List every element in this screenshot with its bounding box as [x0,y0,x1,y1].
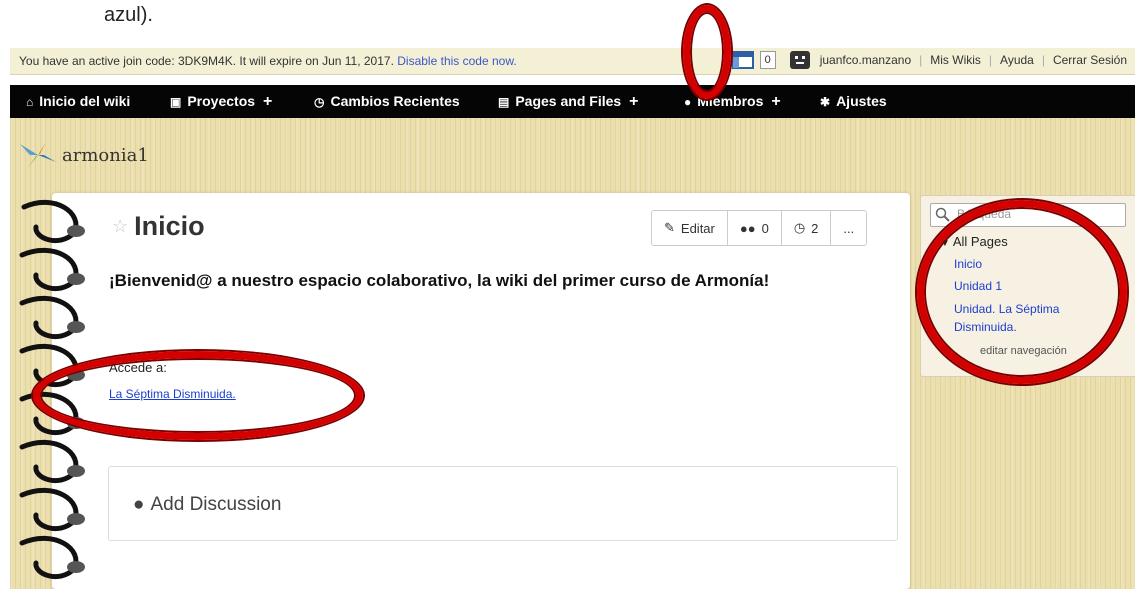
search-input[interactable]: Búsqueda [930,203,1126,227]
notification-count[interactable]: 0 [759,51,776,69]
separator: | [919,53,923,67]
page-title: Inicio [134,211,205,241]
more-button[interactable]: ... [831,211,866,245]
nav-home-label: Inicio del wiki [39,93,131,109]
add-discussion-label: Add Discussion [150,494,282,515]
nav-recent-label: Cambios Recientes [330,93,460,109]
join-code-bar: You have an active join code: 3DK9M4K. I… [10,48,1135,75]
layout-icon[interactable] [731,51,754,69]
discussion-icon: ● [133,494,145,515]
comments-count: 0 [761,220,769,236]
pinwheel-icon [20,142,56,168]
nav-settings-label: Ajustes [836,93,887,109]
spiral-binding-icon [19,199,85,580]
mis-wikis-link[interactable]: Mis Wikis [930,53,981,67]
sidebar-page-disminuida[interactable]: Disminuida. [954,320,1017,334]
caption-text: azul). [104,4,153,26]
add-page-icon[interactable]: + [629,93,638,110]
nav-settings[interactable]: ✱ Ajustes [820,93,887,109]
separator: | [988,53,993,67]
wiki-name: armonia1 [62,144,149,166]
all-pages-label: All Pages [952,234,1008,249]
add-discussion-button[interactable]: ● Add Discussion [133,494,281,516]
join-code-text: You have an active join code: 3DK9M4K. I… [19,54,394,68]
nav-pages-files[interactable]: ▤ Pages and Files + [498,93,639,111]
comments-icon: ●● [739,220,756,236]
triangle-down-icon: ▼ [940,238,950,249]
history-button[interactable]: ◷ 2 [782,211,832,245]
nav-home[interactable]: ⌂ Inicio del wiki [26,93,130,109]
nav-members-label: Miembros [697,93,764,109]
add-project-icon[interactable]: + [263,93,272,110]
username-link[interactable]: juanfco.manzano [820,53,911,67]
clock-icon: ◷ [314,95,325,109]
nav-members[interactable]: ● Miembros + [684,93,781,111]
pencil-icon: ✎ [664,220,675,235]
page-actions: ✎ Editar ●● 0 ◷ 2 ... [651,210,868,246]
home-icon: ⌂ [26,95,34,109]
avatar-icon[interactable] [789,51,810,69]
user-menu: 0 juanfco.manzano | Mis Wikis | Ayuda | … [731,51,1127,69]
logout-link[interactable]: Cerrar Sesión [1053,53,1127,67]
clock-icon: ◷ [793,220,806,235]
comments-button[interactable]: ●● 0 [728,211,782,245]
separator: | [1041,53,1045,67]
nav-pages-label: Pages and Files [515,93,622,109]
discussion-box[interactable]: ● Add Discussion [108,466,898,541]
nav-projects[interactable]: ▣ Proyectos + [170,93,272,111]
accede-label: Accede a: [109,360,167,375]
user-icon: ● [684,95,692,109]
nav-recent-changes[interactable]: ◷ Cambios Recientes [314,93,460,109]
search-icon [935,207,950,222]
file-icon: ▤ [498,95,510,109]
all-pages-heading[interactable]: ▼ All Pages [940,234,1008,249]
welcome-heading: ¡Bienvenid@ a nuestro espacio colaborati… [109,271,770,290]
wiki-logo[interactable]: armonia1 [16,140,149,170]
edit-label: Editar [680,220,715,236]
sidebar-page-inicio[interactable]: Inicio [954,257,982,271]
sidebar-page-septima[interactable]: Unidad. La Séptima [954,302,1059,316]
join-code-message: You have an active join code: 3DK9M4K. I… [19,54,517,68]
gear-icon: ✱ [820,95,831,109]
ayuda-link[interactable]: Ayuda [1000,53,1034,67]
star-icon[interactable]: ☆ [112,216,128,237]
page-title-row: ☆ Inicio [112,211,205,242]
main-navbar: ⌂ Inicio del wiki ▣ Proyectos + ◷ Cambios Re… [10,85,1135,118]
search-placeholder: Búsqueda [957,207,1012,221]
more-label: ... [843,220,855,236]
nav-projects-label: Proyectos [187,93,256,109]
sitemap-icon: ▣ [170,95,182,109]
septima-link[interactable]: La Séptima Disminuida. [109,387,236,401]
sidebar-page-unidad-1[interactable]: Unidad 1 [954,279,1002,293]
edit-button[interactable]: ✎ Editar [652,211,728,245]
add-member-icon[interactable]: + [771,93,780,110]
disable-code-link[interactable]: Disable this code now. [397,54,516,68]
edit-navigation-link[interactable]: editar navegación [980,345,1067,357]
history-count: 2 [811,220,819,236]
